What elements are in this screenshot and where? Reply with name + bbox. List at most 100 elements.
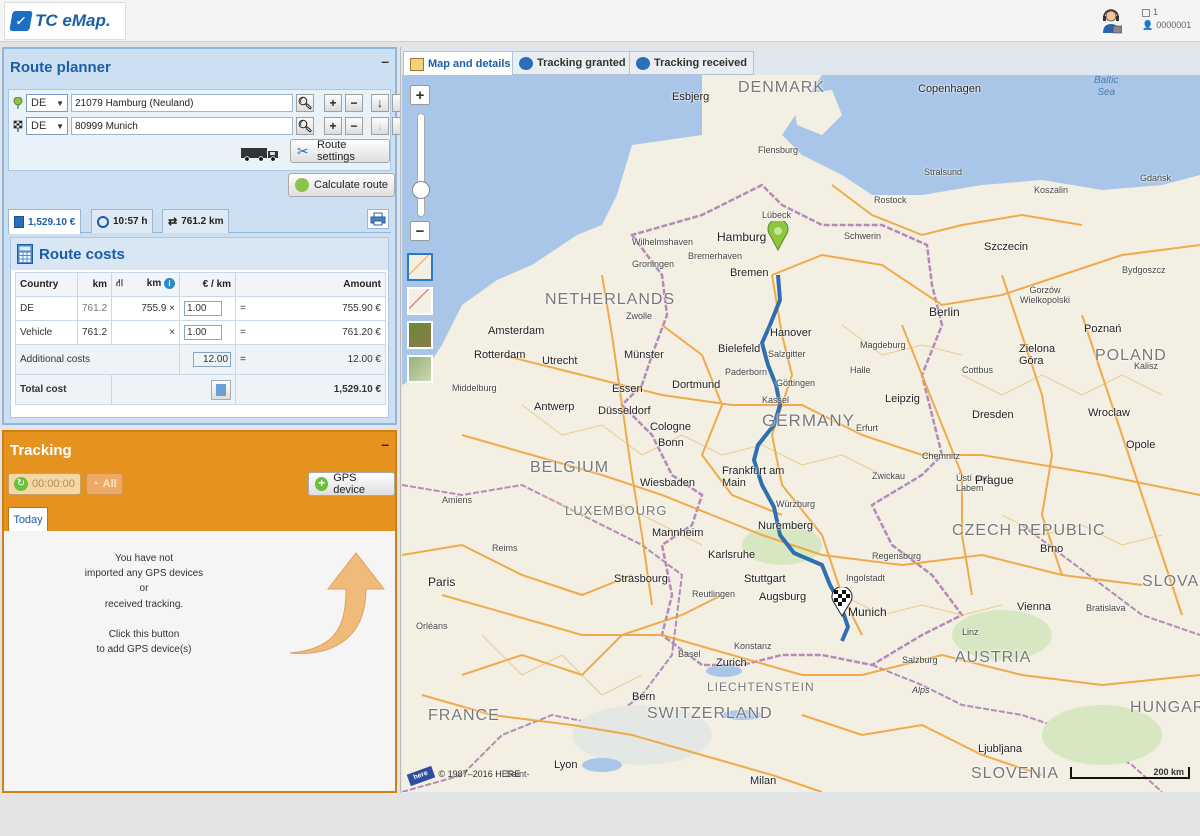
end-country-select[interactable]: DE ▼ [26,117,68,135]
destination-marker-icon[interactable] [830,587,854,617]
app-name: TC eMap. [35,11,111,30]
map-label-country: GERMANY [762,411,855,430]
account-id: 0000001 [1156,20,1192,30]
map-canvas[interactable]: DENMARK NETHERLANDS GERMANY BELGIUM LUXE… [402,75,1200,792]
rate-input[interactable]: 1.00 [184,301,223,316]
map-label-country: NETHERLANDS [545,291,676,308]
total-cost-row: Total cost 1,529.10 € [14,374,386,405]
map-label-city: Bremen [730,267,769,279]
tc-logo-icon: ✓ [9,11,33,31]
end-search-button[interactable]: 🔍︎ [296,117,314,135]
map-label-city: Würzburg [776,499,816,509]
map-label-city: Bonn [658,437,684,449]
map-label-country: BELGIUM [530,459,610,476]
map-label-city: Zwolle [626,311,653,321]
map-label-city: Brno [1040,543,1064,555]
print-button[interactable] [367,209,389,229]
finish-flag-icon [13,120,23,132]
session-info: 1 👤 0000001 [1142,6,1191,32]
total-cost-label: Total cost [14,374,113,405]
zoom-slider-track[interactable] [417,113,425,217]
end-move-down-button[interactable]: ↓ [371,117,389,135]
refresh-icon: ↻ [14,477,28,491]
calculator-button[interactable] [211,379,232,400]
tracking-collapse-button[interactable]: – [381,436,389,452]
info-icon[interactable]: i [164,278,176,289]
map-label-city: Leipzig [885,393,920,405]
arrow-down-icon: ↓ [377,119,383,133]
calculate-route-button[interactable]: Calculate route [288,173,395,197]
tab-tracking-received[interactable]: Tracking received [629,51,754,75]
total-cost-amount: 1,529.10 € [235,374,386,405]
tab-route-duration[interactable]: 10:57 h [91,209,154,233]
start-add-waypoint-button[interactable]: + [324,94,342,112]
start-country-select[interactable]: DE ▼ [26,94,68,112]
start-search-button[interactable]: 🔍︎ [296,94,314,112]
support-agent-icon[interactable] [1100,8,1122,34]
tab-route-cost[interactable]: 1,529.10 € [8,209,82,234]
additional-costs-row: Additional costs 12.00 = 12.00 € [14,344,386,375]
route-costs-header: Route costs [11,238,388,270]
add-gps-device-button[interactable]: + GPS device [308,472,395,496]
start-remove-waypoint-button[interactable]: − [345,94,363,112]
col-rate: € / km [179,272,237,297]
end-remove-waypoint-button[interactable]: − [345,117,363,135]
tab-today[interactable]: Today [8,507,48,531]
map-label-city: Wiesbaden [640,477,696,489]
rate-input[interactable]: 1.00 [184,325,223,340]
map-label-city: Ljubljana [978,743,1023,755]
additional-costs-input[interactable]: 12.00 [193,352,232,367]
map-label-city: Karlsruhe [708,549,756,561]
map-layer-road[interactable] [407,253,433,281]
map-label-city: Berlin [929,305,960,319]
map-label-country: SWITZERLAND [647,705,773,722]
app-header: ✓ TC eMap. 1 👤 0000001 [0,0,1200,42]
map-label-city: Basel [678,649,701,659]
map-label-city: Groningen [632,259,675,269]
col-toll-km: ⛙ km i [111,272,181,297]
tab-map-and-details[interactable]: Map and details [403,51,518,77]
map-label-city: Schwerin [844,231,882,241]
map-label-country: HUNGAR [1130,699,1200,716]
end-address-input[interactable]: 80999 Munich [71,117,293,135]
map-label-city: Milan [750,775,777,787]
start-address-input[interactable]: 21079 Hamburg (Neuland) [71,94,293,112]
map-layer-traffic[interactable] [407,287,433,315]
route-planner-collapse-button[interactable]: – [381,53,389,69]
map-label-city: Salzgitter [768,349,806,359]
tab-tracking-granted[interactable]: Tracking granted [512,51,633,75]
route-settings-button[interactable]: ✂ Route settings [290,139,390,163]
map-layer-terrain[interactable] [407,355,433,383]
toll-road-icon: ⛙ [116,278,124,289]
col-amount: Amount [235,272,386,297]
tracking-refresh-button[interactable]: ↻ 00:00:00 [8,473,81,495]
user-icon: 👤 [1142,20,1154,30]
zoom-slider-handle[interactable] [412,181,430,199]
map-label-city: Kassel [762,395,790,405]
map-label-city: Cottbus [962,365,994,375]
cell-amount: = 761.20 € [235,320,386,345]
zoom-out-button[interactable]: − [410,221,430,241]
tracking-all-button[interactable]: ◔ All [86,473,123,495]
start-marker-icon[interactable] [766,221,790,251]
calculator-icon [17,244,33,264]
route-waypoints: DE▼ 21079 Hamburg (Neuland) 🔍︎ + − ↓ ↑ D… [8,89,410,171]
map-layer-satellite[interactable] [407,321,433,349]
map-label-city: Regensburg [872,551,922,561]
map-label-city: Bydgoszcz [1122,265,1166,275]
app-logo[interactable]: ✓ TC eMap. [4,2,126,40]
map-label-country: DENMARK [738,79,826,96]
map-label-city: Zwickau [872,471,906,481]
chevron-down-icon: ▼ [56,98,64,108]
tab-route-distance[interactable]: ⇄ 761.2 km [162,209,230,233]
map-label-city: Konstanz [734,641,772,651]
chevron-down-icon: ▼ [56,121,64,131]
map-label-city: Rotterdam [474,349,526,361]
zoom-in-button[interactable]: + [410,85,430,105]
end-add-waypoint-button[interactable]: + [324,117,342,135]
map-label-city: Gorzów Wielkopolski [1019,285,1070,305]
map-copyright: here © 1987–2016 HERE [406,765,520,787]
cell-km: 761.2 [76,320,113,345]
map-label-city: Middelburg [452,383,497,393]
start-move-down-button[interactable]: ↓ [371,94,389,112]
